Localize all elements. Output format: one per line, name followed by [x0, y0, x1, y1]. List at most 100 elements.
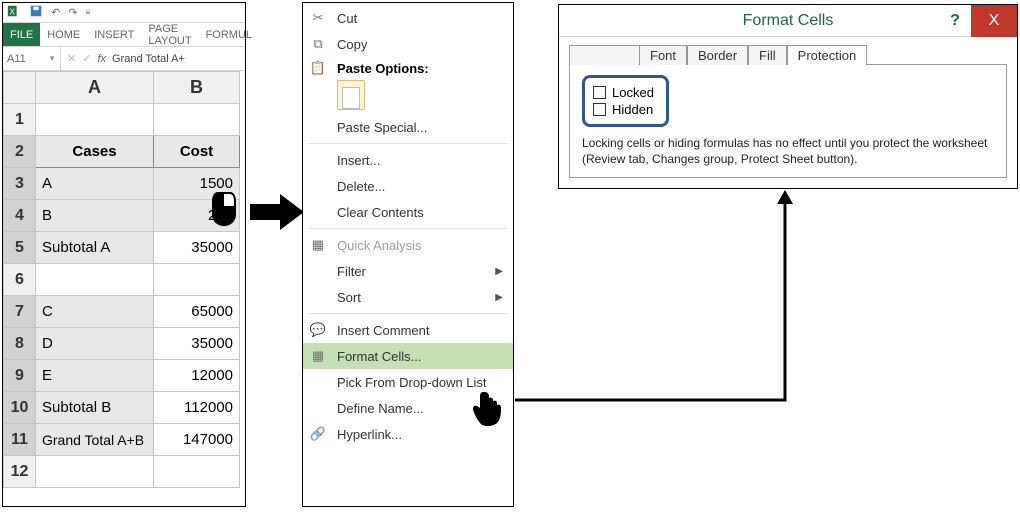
row-header[interactable]: 2	[4, 136, 36, 168]
menu-insert-comment[interactable]: 💬 Insert Comment	[303, 317, 513, 343]
col-header-A[interactable]: A	[36, 72, 154, 104]
menu-sort[interactable]: Sort ▶	[303, 284, 513, 310]
cell[interactable]: B	[36, 200, 154, 232]
qat-dropdown-icon[interactable]: ≡	[85, 8, 90, 17]
undo-icon[interactable]: ↶	[51, 6, 60, 19]
row-header[interactable]: 10	[4, 392, 36, 424]
name-box-value: A11	[7, 53, 26, 65]
row-header[interactable]: 8	[4, 328, 36, 360]
comment-icon: 💬	[309, 321, 327, 339]
cell[interactable]	[36, 456, 154, 488]
cell-header-cases[interactable]: Cases	[36, 136, 154, 168]
save-icon[interactable]	[29, 4, 43, 21]
menu-paste-special[interactable]: Paste Special...	[303, 114, 513, 140]
checkbox-icon	[593, 86, 606, 99]
chevron-right-icon: ▶	[495, 266, 503, 277]
ribbon-tabs: FILE HOME INSERT PAGE LAYOUT FORMUL	[3, 23, 245, 47]
cell[interactable]: Subtotal A	[36, 232, 154, 264]
name-box[interactable]: A11 ▼	[3, 47, 61, 70]
row-header[interactable]: 4	[4, 200, 36, 232]
row-header[interactable]: 6	[4, 264, 36, 296]
cell[interactable]: 65000	[154, 296, 240, 328]
excel-icon: X	[7, 4, 21, 21]
quick-access-toolbar: X ↶ ↷ ≡	[3, 3, 245, 23]
highlight-callout: Locked Hidden	[582, 75, 669, 127]
format-cells-icon: ▦	[309, 347, 327, 365]
menu-copy[interactable]: ⧉ Copy	[303, 31, 513, 57]
redo-icon[interactable]: ↷	[68, 6, 77, 19]
menu-filter[interactable]: Filter ▶	[303, 258, 513, 284]
tab-file[interactable]: FILE	[3, 23, 40, 46]
separator	[309, 228, 507, 229]
help-button[interactable]: ?	[939, 5, 971, 37]
cell[interactable]: A	[36, 168, 154, 200]
row-header[interactable]: 12	[4, 456, 36, 488]
tab-fill[interactable]: Fill	[748, 45, 787, 65]
cell[interactable]: 12000	[154, 360, 240, 392]
cell[interactable]: C	[36, 296, 154, 328]
cell[interactable]	[154, 264, 240, 296]
cell[interactable]	[36, 264, 154, 296]
cell[interactable]: 147000	[154, 424, 240, 456]
checkbox-icon	[593, 103, 606, 116]
format-cells-dialog: Format Cells ? X . Font Border Fill Prot…	[558, 4, 1018, 189]
tab-insert[interactable]: INSERT	[87, 23, 141, 46]
cell[interactable]: 35000	[154, 232, 240, 264]
formula-bar-value[interactable]: Grand Total A+	[112, 53, 185, 65]
row-header[interactable]: 9	[4, 360, 36, 392]
cell[interactable]	[36, 104, 154, 136]
cell-header-cost[interactable]: Cost	[154, 136, 240, 168]
cancel-icon[interactable]: ✕	[67, 52, 76, 65]
quick-analysis-icon: ▦	[309, 236, 327, 254]
col-header-B[interactable]: B	[154, 72, 240, 104]
worksheet-grid[interactable]: A B 1 2 Cases Cost 3 A 1500 4 B 200	[3, 71, 240, 488]
cell[interactable]: 112000	[154, 392, 240, 424]
separator	[309, 313, 507, 314]
close-button[interactable]: X	[971, 5, 1017, 37]
menu-cut[interactable]: ✂ Cut	[303, 5, 513, 31]
scissors-icon: ✂	[309, 9, 327, 27]
cell[interactable]: D	[36, 328, 154, 360]
excel-window: X ↶ ↷ ≡ FILE HOME INSERT PAGE LAYOUT FOR…	[2, 2, 246, 507]
svg-text:X: X	[10, 8, 16, 17]
row-header[interactable]: 1	[4, 104, 36, 136]
locked-checkbox[interactable]: Locked	[593, 84, 654, 101]
row-header[interactable]: 5	[4, 232, 36, 264]
enter-icon[interactable]: ✓	[82, 52, 91, 65]
dialog-titlebar: Format Cells ? X	[559, 5, 1017, 37]
connector-arrow-icon	[515, 190, 795, 406]
menu-clear-contents[interactable]: Clear Contents	[303, 199, 513, 225]
chevron-right-icon: ▶	[495, 292, 503, 303]
cell[interactable]	[154, 104, 240, 136]
tab-hidden-left[interactable]: .	[569, 45, 639, 65]
chevron-down-icon[interactable]: ▼	[48, 54, 56, 63]
row-header[interactable]: 7	[4, 296, 36, 328]
select-all-cell[interactable]	[4, 72, 36, 104]
tab-page-layout[interactable]: PAGE LAYOUT	[141, 23, 198, 46]
hidden-checkbox[interactable]: Hidden	[593, 101, 654, 118]
tab-home[interactable]: HOME	[40, 23, 87, 46]
tab-font[interactable]: Font	[639, 45, 687, 65]
cell[interactable]: 35000	[154, 328, 240, 360]
separator	[309, 143, 507, 144]
fx-icon[interactable]: fx	[97, 53, 106, 65]
row-header[interactable]: 11	[4, 424, 36, 456]
tab-protection[interactable]: Protection	[787, 45, 868, 65]
menu-insert[interactable]: Insert...	[303, 147, 513, 173]
row-header[interactable]: 3	[4, 168, 36, 200]
menu-paste-options-header: 📋 Paste Options:	[303, 57, 513, 78]
cell[interactable]: Grand Total A+B	[36, 424, 154, 456]
paste-default-button[interactable]	[337, 80, 365, 110]
cell[interactable]: Subtotal B	[36, 392, 154, 424]
tab-border[interactable]: Border	[687, 45, 748, 65]
cell[interactable]	[154, 456, 240, 488]
tab-formulas[interactable]: FORMUL	[199, 23, 259, 46]
menu-format-cells[interactable]: ▦ Format Cells...	[303, 343, 513, 369]
cell[interactable]: E	[36, 360, 154, 392]
pointer-hand-icon	[470, 388, 504, 428]
protection-note: Locking cells or hiding formulas has no …	[582, 135, 994, 167]
menu-delete[interactable]: Delete...	[303, 173, 513, 199]
mouse-right-click-icon	[208, 188, 248, 228]
arrow-right-icon	[250, 192, 304, 232]
menu-quick-analysis: ▦ Quick Analysis	[303, 232, 513, 258]
